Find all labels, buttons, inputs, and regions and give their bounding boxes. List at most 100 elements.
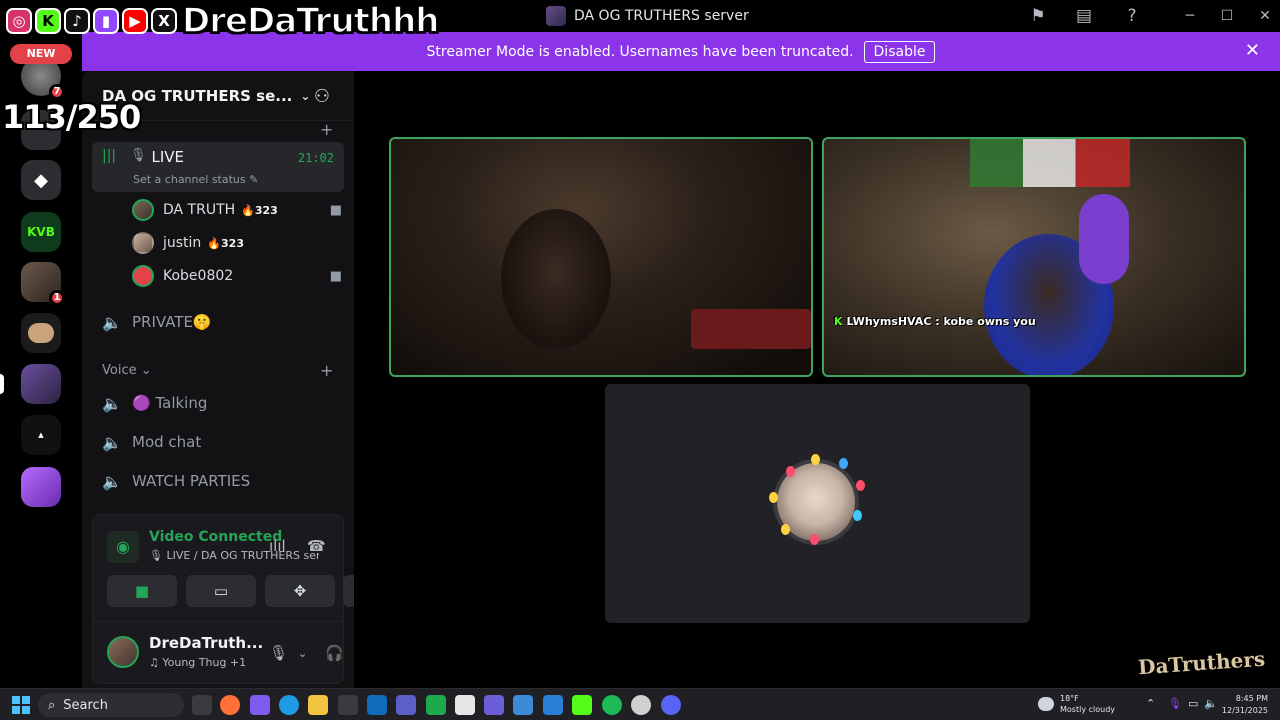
edge-icon[interactable] <box>279 695 299 715</box>
speaker-lock-icon: 🔈 <box>102 432 122 452</box>
signal-icon: ◉ <box>107 531 139 563</box>
streak-count: 323 <box>221 236 244 250</box>
system-clock[interactable]: 8:45 PM 12/31/2025 <box>1222 693 1268 717</box>
channel-timer: 21:02 <box>297 151 334 165</box>
decoration-light <box>853 510 862 521</box>
app-icon[interactable] <box>484 695 504 715</box>
server-icon-8[interactable]: ▲ <box>21 415 61 455</box>
windows-start-icon[interactable] <box>12 696 30 714</box>
twitch-icon: ▮ <box>93 8 119 34</box>
app-icon[interactable] <box>426 695 446 715</box>
weather-text: 18°F Mostly cloudy <box>1060 693 1115 715</box>
screen-share-button[interactable]: ▭ <box>186 575 256 607</box>
create-channel-icon[interactable]: + <box>320 120 333 139</box>
server-icon-kvb[interactable]: KVB <box>21 212 61 252</box>
outlook-icon[interactable] <box>367 695 387 715</box>
decoration-light <box>839 458 848 469</box>
weather-widget[interactable]: 18°F Mostly cloudy <box>1038 693 1115 715</box>
spotify-icon[interactable] <box>602 695 622 715</box>
app-icon[interactable] <box>513 695 533 715</box>
voice-member[interactable]: justin 🔥323 <box>132 228 342 258</box>
camera-button[interactable]: ■ <box>107 575 177 607</box>
weather-desc: Mostly cloudy <box>1060 705 1115 714</box>
close-window-button[interactable]: ✕ <box>1250 6 1280 26</box>
decoration-light <box>769 492 778 503</box>
discord-icon[interactable] <box>661 695 681 715</box>
volume-icon[interactable]: 🔈 <box>1204 697 1218 710</box>
maximize-button[interactable]: ☐ <box>1212 6 1242 26</box>
teams-icon[interactable] <box>396 695 416 715</box>
server-avatar <box>21 313 61 353</box>
stream-overlay-banner: ◎ K ♪ ▮ ▶ X DreDaTruthhh <box>0 0 440 42</box>
voice-channel-mod-chat[interactable]: 🔈 Mod chat <box>92 425 344 459</box>
server-icon-6[interactable] <box>21 313 61 353</box>
disable-streamer-mode-button[interactable]: Disable <box>863 40 936 63</box>
channel-status[interactable]: Set a channel status ✎ <box>133 173 258 186</box>
video-tile-2[interactable]: K LWhymsHVAC : kobe owns you <box>822 137 1246 377</box>
invite-people-icon[interactable]: ⚇ <box>314 86 330 107</box>
channel-sidebar: DA OG TRUTHERS se... ⌄ ⚇ + ||| 🎙 LIVE 21… <box>82 71 413 688</box>
audio-bars-icon: ||| <box>102 148 117 164</box>
microphone-icon[interactable]: 🎙 <box>269 644 288 662</box>
close-icon[interactable]: ✕ <box>1245 40 1260 61</box>
background-plush <box>1079 194 1129 284</box>
weather-temp: 18°F <box>1060 694 1079 703</box>
copilot-icon[interactable] <box>250 695 270 715</box>
disconnect-icon[interactable]: ☎ <box>307 537 326 555</box>
unread-badge: 1 <box>49 290 65 306</box>
streak-badge: 🔥323 <box>207 236 244 250</box>
avatar <box>132 232 154 254</box>
voice-member[interactable]: DA TRUTH 🔥323 ■ <box>132 195 342 225</box>
store-icon[interactable] <box>338 695 358 715</box>
taskbar-search[interactable]: ⌕ Search <box>38 693 184 717</box>
youtube-icon: ▶ <box>122 8 148 34</box>
camera-icon: ■ <box>329 268 342 284</box>
voice-channel-watch-parties[interactable]: 🔈 WATCH PARTIES <box>92 464 344 498</box>
noise-suppression-icon[interactable]: ılıl <box>269 537 286 555</box>
voice-channel-live[interactable]: ||| 🎙 LIVE 21:02 Set a channel status ✎ <box>92 142 344 192</box>
help-icon[interactable]: ? <box>1121 6 1143 26</box>
avatar[interactable] <box>107 636 139 668</box>
server-icon-7[interactable] <box>0 364 61 404</box>
voice-category[interactable]: Voice ⌄ <box>102 363 152 378</box>
microphone-icon[interactable]: 🎙 <box>1168 697 1182 710</box>
activity-text: Young Thug +1 <box>162 656 247 669</box>
kick-icon[interactable] <box>572 695 592 715</box>
user-name[interactable]: DreDaTruth... <box>149 634 263 652</box>
new-badge[interactable]: NEW <box>10 44 72 64</box>
decoration-light <box>810 534 819 545</box>
voice-status-subtitle[interactable]: 🎙 LIVE / DA OG TRUTHERS ser... <box>149 549 319 562</box>
flag-icon[interactable]: ⚑ <box>1027 6 1049 26</box>
server-icon-3[interactable]: ◆ <box>21 160 61 200</box>
chevron-down-icon: ⌄ <box>300 88 311 103</box>
chevron-up-icon[interactable]: ⌃ <box>1146 697 1155 710</box>
inbox-icon[interactable]: ▤ <box>1073 6 1095 26</box>
discord-logo-icon: ◆ <box>21 160 61 200</box>
headphones-icon[interactable]: 🎧 <box>325 644 344 662</box>
server-icon-5[interactable]: 1 <box>21 262 65 306</box>
app-icon[interactable] <box>543 695 563 715</box>
channel-status-text: Set a channel status <box>133 173 246 186</box>
voice-channel-private[interactable]: 🔈 PRIVATE🤫 <box>92 305 344 339</box>
overlay-counter: 113/250 <box>2 98 141 136</box>
member-name: Kobe0802 <box>163 268 234 284</box>
firefox-icon[interactable] <box>220 695 240 715</box>
camera-icon: ■ <box>329 202 342 218</box>
task-view-icon[interactable] <box>192 695 212 715</box>
video-tile-3[interactable] <box>605 384 1030 623</box>
video-tile-1[interactable] <box>389 137 813 377</box>
create-voice-channel-icon[interactable]: + <box>320 361 333 380</box>
server-icon-9[interactable] <box>21 467 61 507</box>
voice-member[interactable]: Kobe0802 ■ <box>132 261 342 291</box>
activities-button[interactable]: ✥ <box>265 575 335 607</box>
user-panel: DreDaTruth... ♫ Young Thug +1 🎙 ⌄ 🎧 <box>93 621 345 683</box>
minimize-button[interactable]: ─ <box>1175 6 1205 26</box>
voice-channel-talking[interactable]: 🔈 🟣 Talking <box>92 386 344 420</box>
file-explorer-icon[interactable] <box>308 695 328 715</box>
app-icon[interactable] <box>455 695 475 715</box>
voice-status-title[interactable]: Video Connected <box>149 529 282 545</box>
obs-icon[interactable] <box>631 695 651 715</box>
voice-channel-path: LIVE / DA OG TRUTHERS ser... <box>166 549 319 562</box>
network-icon[interactable]: ▭ <box>1188 697 1198 710</box>
chevron-down-icon[interactable]: ⌄ <box>298 647 307 660</box>
